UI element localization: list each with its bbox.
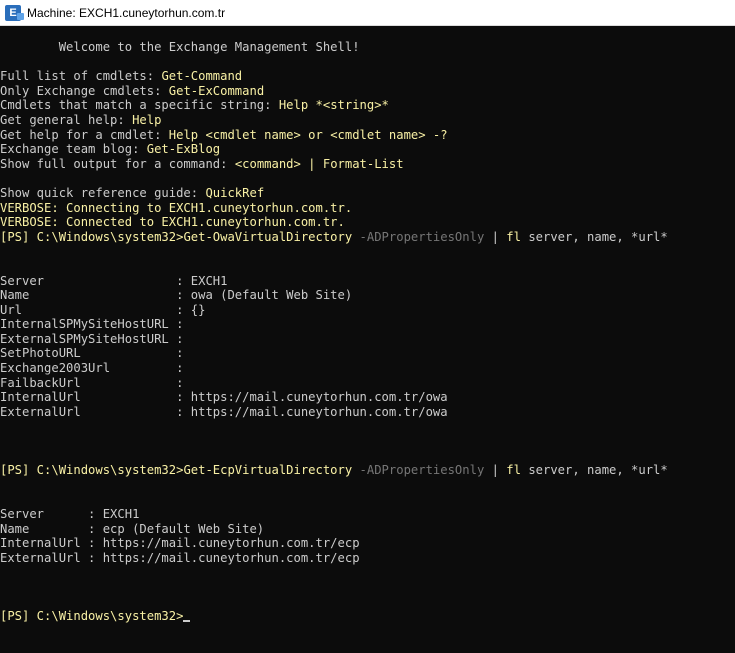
console-text: Server : EXCH1	[0, 273, 228, 288]
console-text: Welcome to the Exchange Management Shell…	[0, 40, 360, 54]
console-text: Help	[132, 112, 162, 127]
console-text: <command> | Format-List	[234, 156, 404, 171]
console-text: Get help for a cmdlet:	[0, 127, 169, 142]
console-text: Help *<string>*	[278, 98, 389, 113]
console-text: VERBOSE: Connecting to EXCH1.cuneytorhun…	[0, 200, 353, 215]
console-line: InternalUrl : https://mail.cuneytorhun.c…	[0, 536, 735, 551]
console-line: Name : owa (Default Web Site)	[0, 288, 735, 303]
exchange-shell-icon: E	[5, 4, 24, 21]
console-text: -ADPropertiesOnly	[352, 229, 485, 244]
console-text: Exchange2003Url :	[0, 361, 184, 376]
console-line: Url : {}	[0, 303, 735, 318]
window-title: Machine: EXCH1.cuneytorhun.com.tr	[27, 5, 226, 20]
console-text: Get-EcpVirtualDirectory	[183, 463, 353, 478]
console-line: Only Exchange cmdlets: Get-ExCommand	[0, 84, 735, 99]
console-text: server, name, *url*	[520, 229, 668, 244]
console-text: fl	[506, 463, 521, 478]
console-text: Name : ecp (Default Web Site)	[0, 521, 265, 536]
console-text: FailbackUrl :	[0, 375, 184, 390]
console-text: Help <cmdlet name> or <cmdlet name> -?	[168, 127, 448, 142]
console-text: InternalSPMySiteHostURL :	[0, 317, 184, 332]
text-cursor	[183, 619, 191, 622]
console-line: InternalUrl : https://mail.cuneytorhun.c…	[0, 390, 735, 405]
console-text: InternalUrl : https://mail.cuneytorhun.c…	[0, 390, 448, 405]
console-line: Name : ecp (Default Web Site)	[0, 522, 735, 537]
console-text: [PS] C:\Windows\system32>	[0, 463, 184, 478]
console-text: -ADPropertiesOnly	[352, 463, 485, 478]
console-text: Show full output for a command:	[0, 156, 235, 171]
console-line: Server : EXCH1	[0, 507, 735, 522]
console-text: Url : {}	[0, 302, 206, 317]
console-text: Only Exchange cmdlets:	[0, 83, 169, 98]
console-text: server, name, *url*	[520, 463, 668, 478]
console-text: Name : owa (Default Web Site)	[0, 288, 353, 303]
console-line: Show quick reference guide: QuickRef	[0, 186, 735, 201]
console-text: Get-OwaVirtualDirectory	[183, 229, 353, 244]
console-line: Welcome to the Exchange Management Shell…	[0, 40, 735, 55]
console-line: [PS] C:\Windows\system32>	[0, 609, 735, 624]
console-line: VERBOSE: Connected to EXCH1.cuneytorhun.…	[0, 215, 735, 230]
console-text: Get-ExCommand	[168, 83, 265, 98]
console-text: |	[484, 229, 507, 244]
console-text: [PS] C:\Windows\system32>	[0, 229, 184, 244]
console-text: InternalUrl : https://mail.cuneytorhun.c…	[0, 536, 360, 551]
console-text: Get-ExBlog	[146, 142, 221, 157]
console-text: QuickRef	[205, 185, 265, 200]
console-line: ExternalUrl : https://mail.cuneytorhun.c…	[0, 551, 735, 566]
window-titlebar: E Machine: EXCH1.cuneytorhun.com.tr	[0, 0, 735, 26]
console-line: Exchange team blog: Get-ExBlog	[0, 142, 735, 157]
console-text: VERBOSE: Connected to EXCH1.cuneytorhun.…	[0, 215, 345, 230]
console-output[interactable]: Welcome to the Exchange Management Shell…	[0, 26, 735, 653]
console-line: Cmdlets that match a specific string: He…	[0, 98, 735, 113]
console-text: [PS] C:\Windows\system32>	[0, 609, 184, 624]
console-line: ExternalSPMySiteHostURL :	[0, 332, 735, 347]
console-line: ExternalUrl : https://mail.cuneytorhun.c…	[0, 405, 735, 420]
console-line: Get help for a cmdlet: Help <cmdlet name…	[0, 128, 735, 143]
console-text: |	[484, 463, 507, 478]
console-line: Exchange2003Url :	[0, 361, 735, 376]
console-line: VERBOSE: Connecting to EXCH1.cuneytorhun…	[0, 201, 735, 216]
console-text: Server : EXCH1	[0, 507, 140, 521]
console-line: Server : EXCH1	[0, 274, 735, 289]
console-text: Get-Command	[161, 69, 243, 84]
console-line: [PS] C:\Windows\system32>Get-EcpVirtualD…	[0, 463, 735, 478]
console-text: Show quick reference guide:	[0, 185, 206, 200]
console-line: SetPhotoURL :	[0, 346, 735, 361]
console-text: ExternalSPMySiteHostURL :	[0, 331, 184, 346]
console-text: SetPhotoURL :	[0, 346, 184, 361]
console-line: Full list of cmdlets: Get-Command	[0, 69, 735, 84]
console-text: Get general help:	[0, 112, 133, 127]
console-line: Show full output for a command: <command…	[0, 157, 735, 172]
console-text: Cmdlets that match a specific string:	[0, 98, 279, 113]
console-line: [PS] C:\Windows\system32>Get-OwaVirtualD…	[0, 230, 735, 245]
console-text: Full list of cmdlets:	[0, 69, 162, 84]
console-line: InternalSPMySiteHostURL :	[0, 317, 735, 332]
console-text: ExternalUrl : https://mail.cuneytorhun.c…	[0, 404, 448, 419]
console-line: FailbackUrl :	[0, 376, 735, 391]
console-text: Exchange team blog:	[0, 142, 147, 157]
console-text: ExternalUrl : https://mail.cuneytorhun.c…	[0, 550, 360, 565]
console-text: fl	[506, 229, 521, 244]
console-line: Get general help: Help	[0, 113, 735, 128]
